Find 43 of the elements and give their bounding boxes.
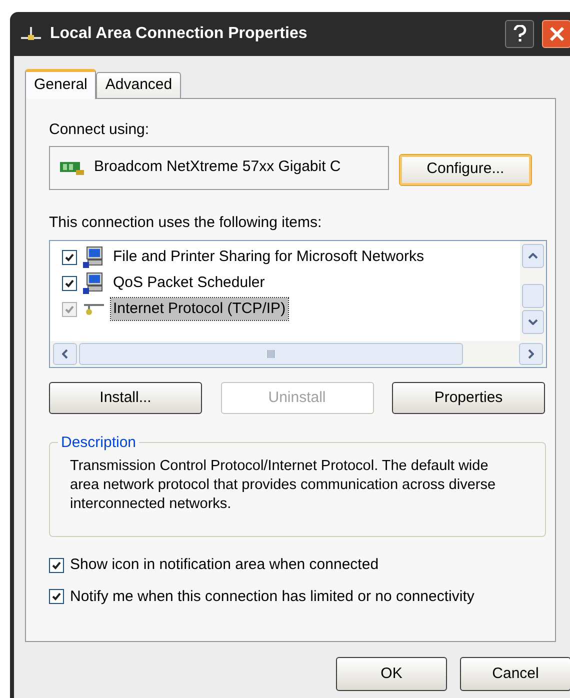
list-item[interactable]: File and Printer Sharing for Microsoft Networks bbox=[111, 246, 426, 268]
scroll-down-button[interactable] bbox=[522, 310, 544, 334]
items-label: This connection uses the following items: bbox=[49, 212, 323, 232]
horizontal-scrollbar[interactable] bbox=[50, 341, 546, 367]
checkbox[interactable] bbox=[62, 250, 77, 264]
connect-using-label: Connect using: bbox=[49, 120, 150, 140]
adapter-name: Broadcom NetXtreme 57xx Gigabit C bbox=[94, 157, 341, 178]
computer-icon bbox=[83, 272, 105, 294]
dialog-button[interactable]: OK bbox=[336, 657, 447, 691]
configure-button[interactable]: Configure... bbox=[398, 154, 532, 186]
computer-icon bbox=[83, 246, 105, 268]
list-item[interactable]: QoS Packet Scheduler bbox=[111, 272, 267, 294]
checkbox[interactable] bbox=[49, 558, 64, 573]
check-icon bbox=[65, 278, 74, 288]
tab[interactable]: Advanced bbox=[96, 72, 182, 98]
scroll-right-button[interactable] bbox=[519, 343, 543, 365]
option-label[interactable]: Notify me when this connection has limited or no connectivity bbox=[70, 586, 474, 608]
scroll-thumb[interactable] bbox=[79, 343, 463, 365]
action-button[interactable]: Properties bbox=[392, 382, 545, 414]
check-icon bbox=[52, 560, 61, 570]
close-icon bbox=[548, 26, 564, 42]
close-button[interactable] bbox=[542, 20, 570, 48]
help-icon bbox=[512, 25, 526, 43]
network-icon bbox=[20, 25, 42, 43]
dialog-button[interactable]: Cancel bbox=[460, 657, 570, 691]
scroll-left-button[interactable] bbox=[53, 343, 77, 365]
tab[interactable]: General bbox=[25, 69, 96, 99]
help-button[interactable] bbox=[505, 20, 534, 48]
checkbox[interactable] bbox=[49, 589, 64, 604]
scroll-up-button[interactable] bbox=[522, 244, 544, 268]
window-title: Local Area Connection Properties bbox=[50, 24, 308, 44]
description-text: Transmission Control Protocol/Internet Protocol. The default wide area network protocol that provides communication across diverse interconnected networks. bbox=[70, 457, 497, 514]
check-icon bbox=[65, 304, 74, 314]
scroll-thumb[interactable] bbox=[522, 284, 544, 308]
checkbox[interactable] bbox=[62, 276, 77, 290]
check-icon bbox=[65, 252, 74, 262]
check-icon bbox=[52, 592, 61, 602]
option-label[interactable]: Show icon in notification area when connected bbox=[70, 554, 379, 576]
grip-icon bbox=[267, 350, 275, 358]
vertical-scrollbar[interactable] bbox=[520, 241, 546, 341]
protocol-icon bbox=[83, 302, 105, 316]
network-card-icon bbox=[60, 160, 84, 174]
action-button[interactable]: Install... bbox=[49, 382, 202, 414]
